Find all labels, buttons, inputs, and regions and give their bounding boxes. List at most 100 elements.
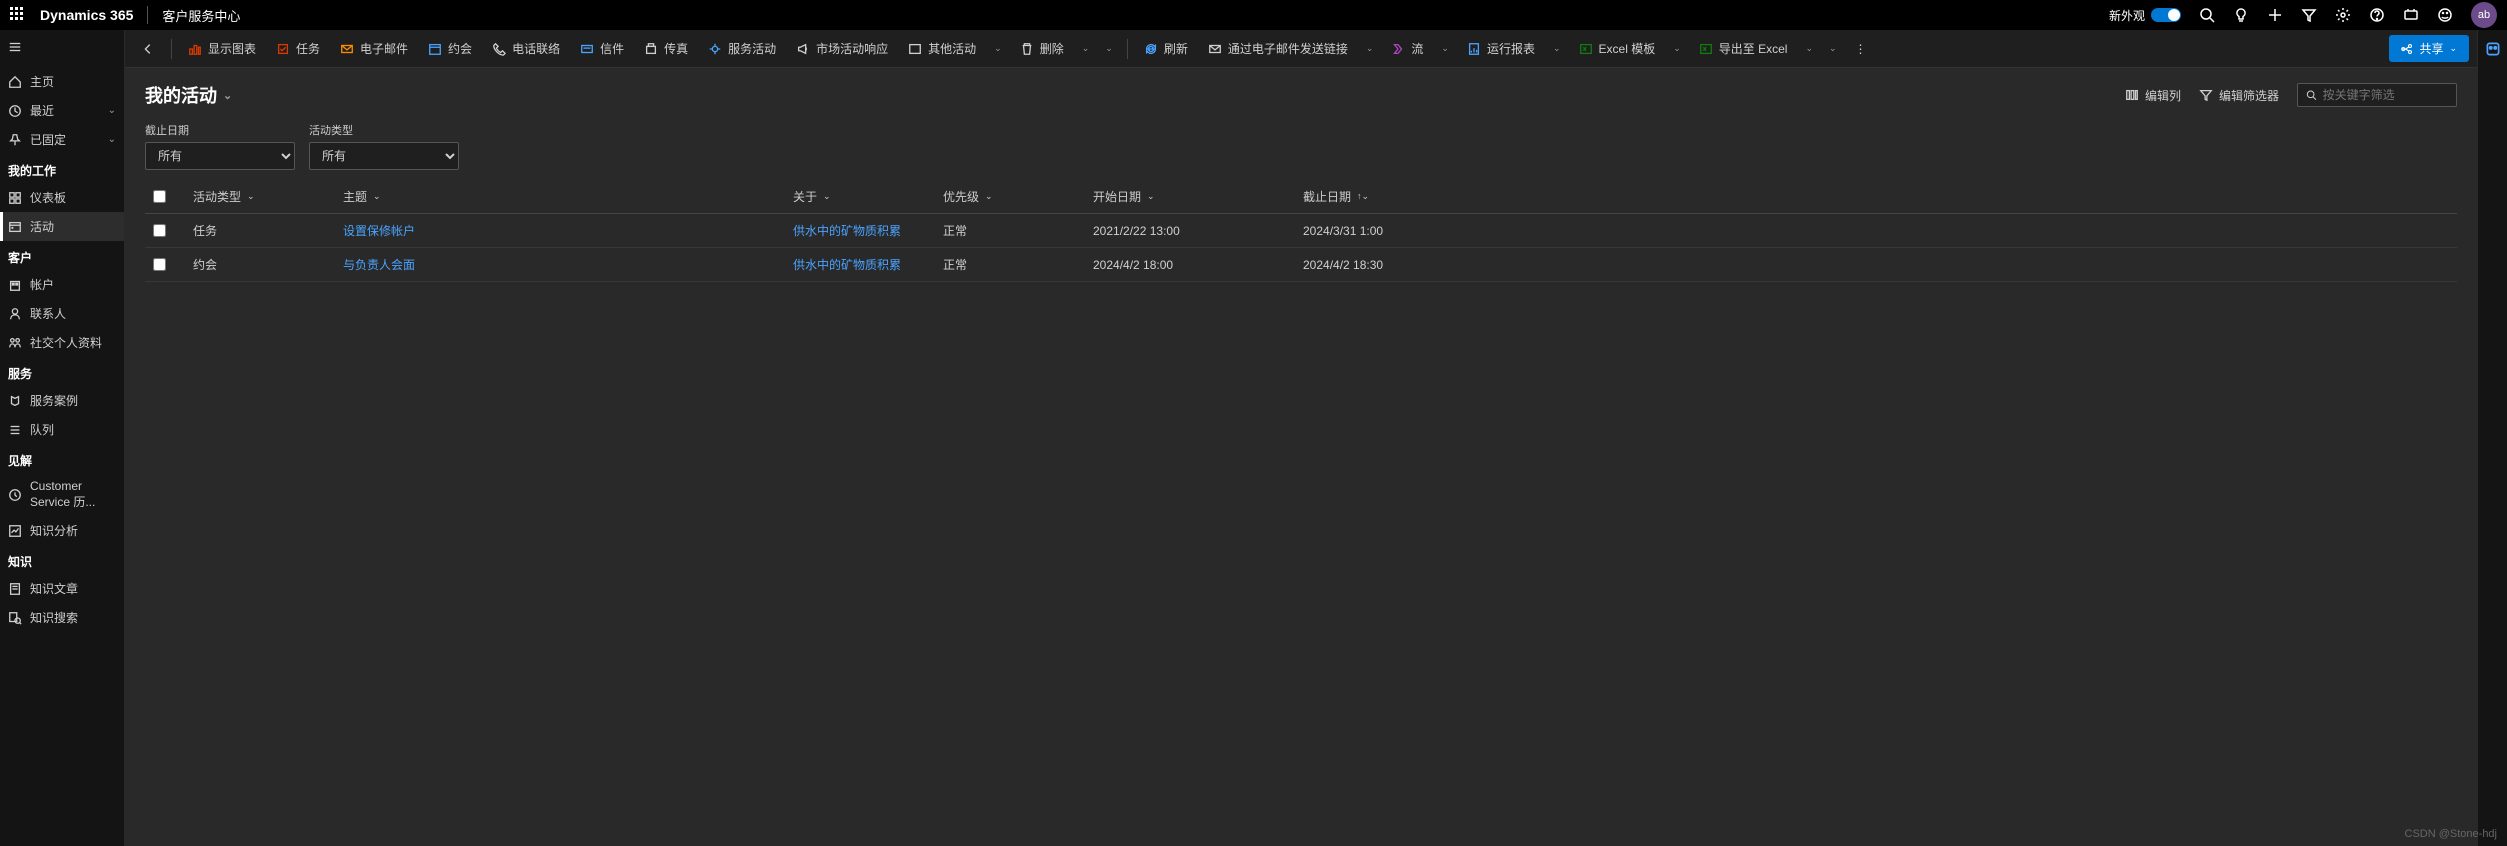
delete-icon: [1020, 42, 1034, 56]
cmd-appt[interactable]: 约会: [420, 36, 480, 61]
nav-analytics[interactable]: 知识分析: [0, 516, 124, 545]
cmd-emaillink-dropdown[interactable]: ⌄: [1360, 39, 1380, 58]
nav-group-header: 客户: [0, 241, 124, 270]
task-icon: [276, 42, 290, 56]
edit-columns-button[interactable]: 编辑列: [2125, 87, 2181, 104]
cmd-delete[interactable]: 删除: [1012, 36, 1072, 61]
cmd-fax[interactable]: 传真: [636, 36, 696, 61]
select-all-checkbox[interactable]: [153, 190, 166, 203]
type-filter-select[interactable]: 所有: [309, 142, 459, 170]
cmd-campaign[interactable]: 市场活动响应: [788, 36, 896, 61]
cmd-flow[interactable]: 流: [1383, 36, 1431, 61]
nav-activity[interactable]: 活动: [0, 212, 124, 241]
col-about[interactable]: 关于⌄: [785, 188, 935, 205]
col-due-date[interactable]: 截止日期↑⌄: [1295, 188, 2457, 205]
filter-search-input[interactable]: [2323, 88, 2448, 102]
table-row[interactable]: 约会与负责人会面供水中的矿物质积累正常2024/4/2 18:002024/4/…: [145, 248, 2457, 282]
sidebar-collapse-button[interactable]: [0, 30, 124, 67]
cmd-excel-tpl-dropdown[interactable]: ⌄: [1667, 39, 1687, 58]
account-icon: [8, 278, 22, 292]
add-icon[interactable]: [2267, 7, 2283, 23]
nav-account[interactable]: 帐户: [0, 270, 124, 299]
lightbulb-icon[interactable]: [2233, 7, 2249, 23]
settings-icon[interactable]: [2335, 7, 2351, 23]
cmd-refresh[interactable]: 刷新: [1136, 36, 1196, 61]
col-start-date[interactable]: 开始日期⌄: [1085, 188, 1295, 205]
nav-clock[interactable]: 最近⌄: [0, 96, 124, 125]
cell-type: 约会: [185, 256, 335, 273]
cmd-report-dropdown[interactable]: ⌄: [1547, 39, 1567, 58]
nav-article[interactable]: 知识文章: [0, 574, 124, 603]
share-label: 共享: [2419, 40, 2443, 57]
row-checkbox[interactable]: [153, 258, 166, 271]
more-commands-button[interactable]: ⋮: [1847, 38, 1875, 60]
table-row[interactable]: 任务设置保修帐户供水中的矿物质积累正常2021/2/22 13:002024/3…: [145, 214, 2457, 248]
col-activity-type[interactable]: 活动类型⌄: [185, 188, 335, 205]
search-icon[interactable]: [2199, 7, 2215, 23]
filter-icon[interactable]: [2301, 7, 2317, 23]
nav-home[interactable]: 主页: [0, 67, 124, 96]
nav-pin[interactable]: 已固定⌄: [0, 125, 124, 154]
back-button[interactable]: [133, 38, 163, 60]
col-subject[interactable]: 主题⌄: [335, 188, 785, 205]
cmd-email[interactable]: 电子邮件: [332, 36, 416, 61]
home-icon: [8, 75, 22, 89]
cmd-letter[interactable]: 信件: [572, 36, 632, 61]
cmd-flow-dropdown[interactable]: ⌄: [1435, 39, 1455, 58]
nav-queue[interactable]: 队列: [0, 415, 124, 444]
share-button[interactable]: 共享 ⌄: [2389, 35, 2469, 62]
new-look-toggle[interactable]: [2151, 8, 2181, 22]
cmd-excel[interactable]: 导出至 Excel: [1691, 36, 1796, 61]
due-filter-select[interactable]: 所有: [145, 142, 295, 170]
activity-grid: 活动类型⌄ 主题⌄ 关于⌄ 优先级⌄ 开始日期⌄ 截止日期↑⌄ 任务设置保修帐户…: [145, 180, 2457, 282]
col-priority[interactable]: 优先级⌄: [935, 188, 1085, 205]
chevron-down-icon: ⌄: [108, 105, 116, 116]
nav-dashboard[interactable]: 仪表板: [0, 183, 124, 212]
right-rail: [2477, 30, 2507, 846]
cmd-other[interactable]: 其他活动: [900, 36, 984, 61]
pin-icon: [8, 133, 22, 147]
app-launcher-icon[interactable]: [10, 7, 26, 23]
nav-social[interactable]: 社交个人资料: [0, 328, 124, 357]
user-avatar[interactable]: ab: [2471, 2, 2497, 28]
nav-ksearch[interactable]: 知识搜索: [0, 603, 124, 632]
other-icon: [908, 42, 922, 56]
due-filter-label: 截止日期: [145, 122, 295, 138]
overflow-chevron-2[interactable]: ⌄: [1823, 39, 1843, 58]
cmd-task[interactable]: 任务: [268, 36, 328, 61]
help-icon[interactable]: [2369, 7, 2385, 23]
cmd-report[interactable]: 运行报表: [1459, 36, 1543, 61]
copilot-icon[interactable]: [2484, 40, 2502, 58]
nav-history[interactable]: Customer Service 历...: [0, 473, 124, 516]
cmd-chart[interactable]: 显示图表: [180, 36, 264, 61]
row-checkbox[interactable]: [153, 224, 166, 237]
filter-search-box[interactable]: [2297, 83, 2457, 107]
cmd-svc[interactable]: 服务活动: [700, 36, 784, 61]
view-dropdown-icon[interactable]: ⌄: [223, 89, 232, 102]
cmd-excel-dropdown[interactable]: ⌄: [1799, 39, 1819, 58]
cmd-other-dropdown[interactable]: ⌄: [988, 39, 1008, 58]
brand-title: Dynamics 365: [40, 7, 133, 23]
sidebar: 主页最近⌄已固定⌄ 我的工作仪表板活动客户帐户联系人社交个人资料服务服务案例队列…: [0, 30, 125, 846]
nav-contact[interactable]: 联系人: [0, 299, 124, 328]
subject-link[interactable]: 设置保修帐户: [343, 222, 415, 239]
cmd-delete-dropdown[interactable]: ⌄: [1076, 39, 1096, 58]
cmd-phone[interactable]: 电话联络: [484, 36, 568, 61]
cell-type: 任务: [185, 222, 335, 239]
chart-icon: [188, 42, 202, 56]
about-link[interactable]: 供水中的矿物质积累: [793, 256, 901, 273]
about-link[interactable]: 供水中的矿物质积累: [793, 222, 901, 239]
page-title[interactable]: 我的活动⌄: [145, 82, 232, 108]
nav-case[interactable]: 服务案例: [0, 386, 124, 415]
cell-due: 2024/3/31 1:00: [1295, 224, 2457, 238]
edit-filters-button[interactable]: 编辑筛选器: [2199, 87, 2279, 104]
subject-link[interactable]: 与负责人会面: [343, 256, 415, 273]
cell-priority: 正常: [935, 256, 1085, 273]
case-icon: [8, 394, 22, 408]
smiley-icon[interactable]: [2437, 7, 2453, 23]
cmd-emaillink[interactable]: 通过电子邮件发送链接: [1200, 36, 1356, 61]
contact-icon: [8, 307, 22, 321]
assistant-icon[interactable]: [2403, 7, 2419, 23]
cmd-excel-tpl[interactable]: Excel 模板: [1571, 36, 1664, 61]
overflow-chevron[interactable]: ⌄: [1099, 39, 1119, 58]
